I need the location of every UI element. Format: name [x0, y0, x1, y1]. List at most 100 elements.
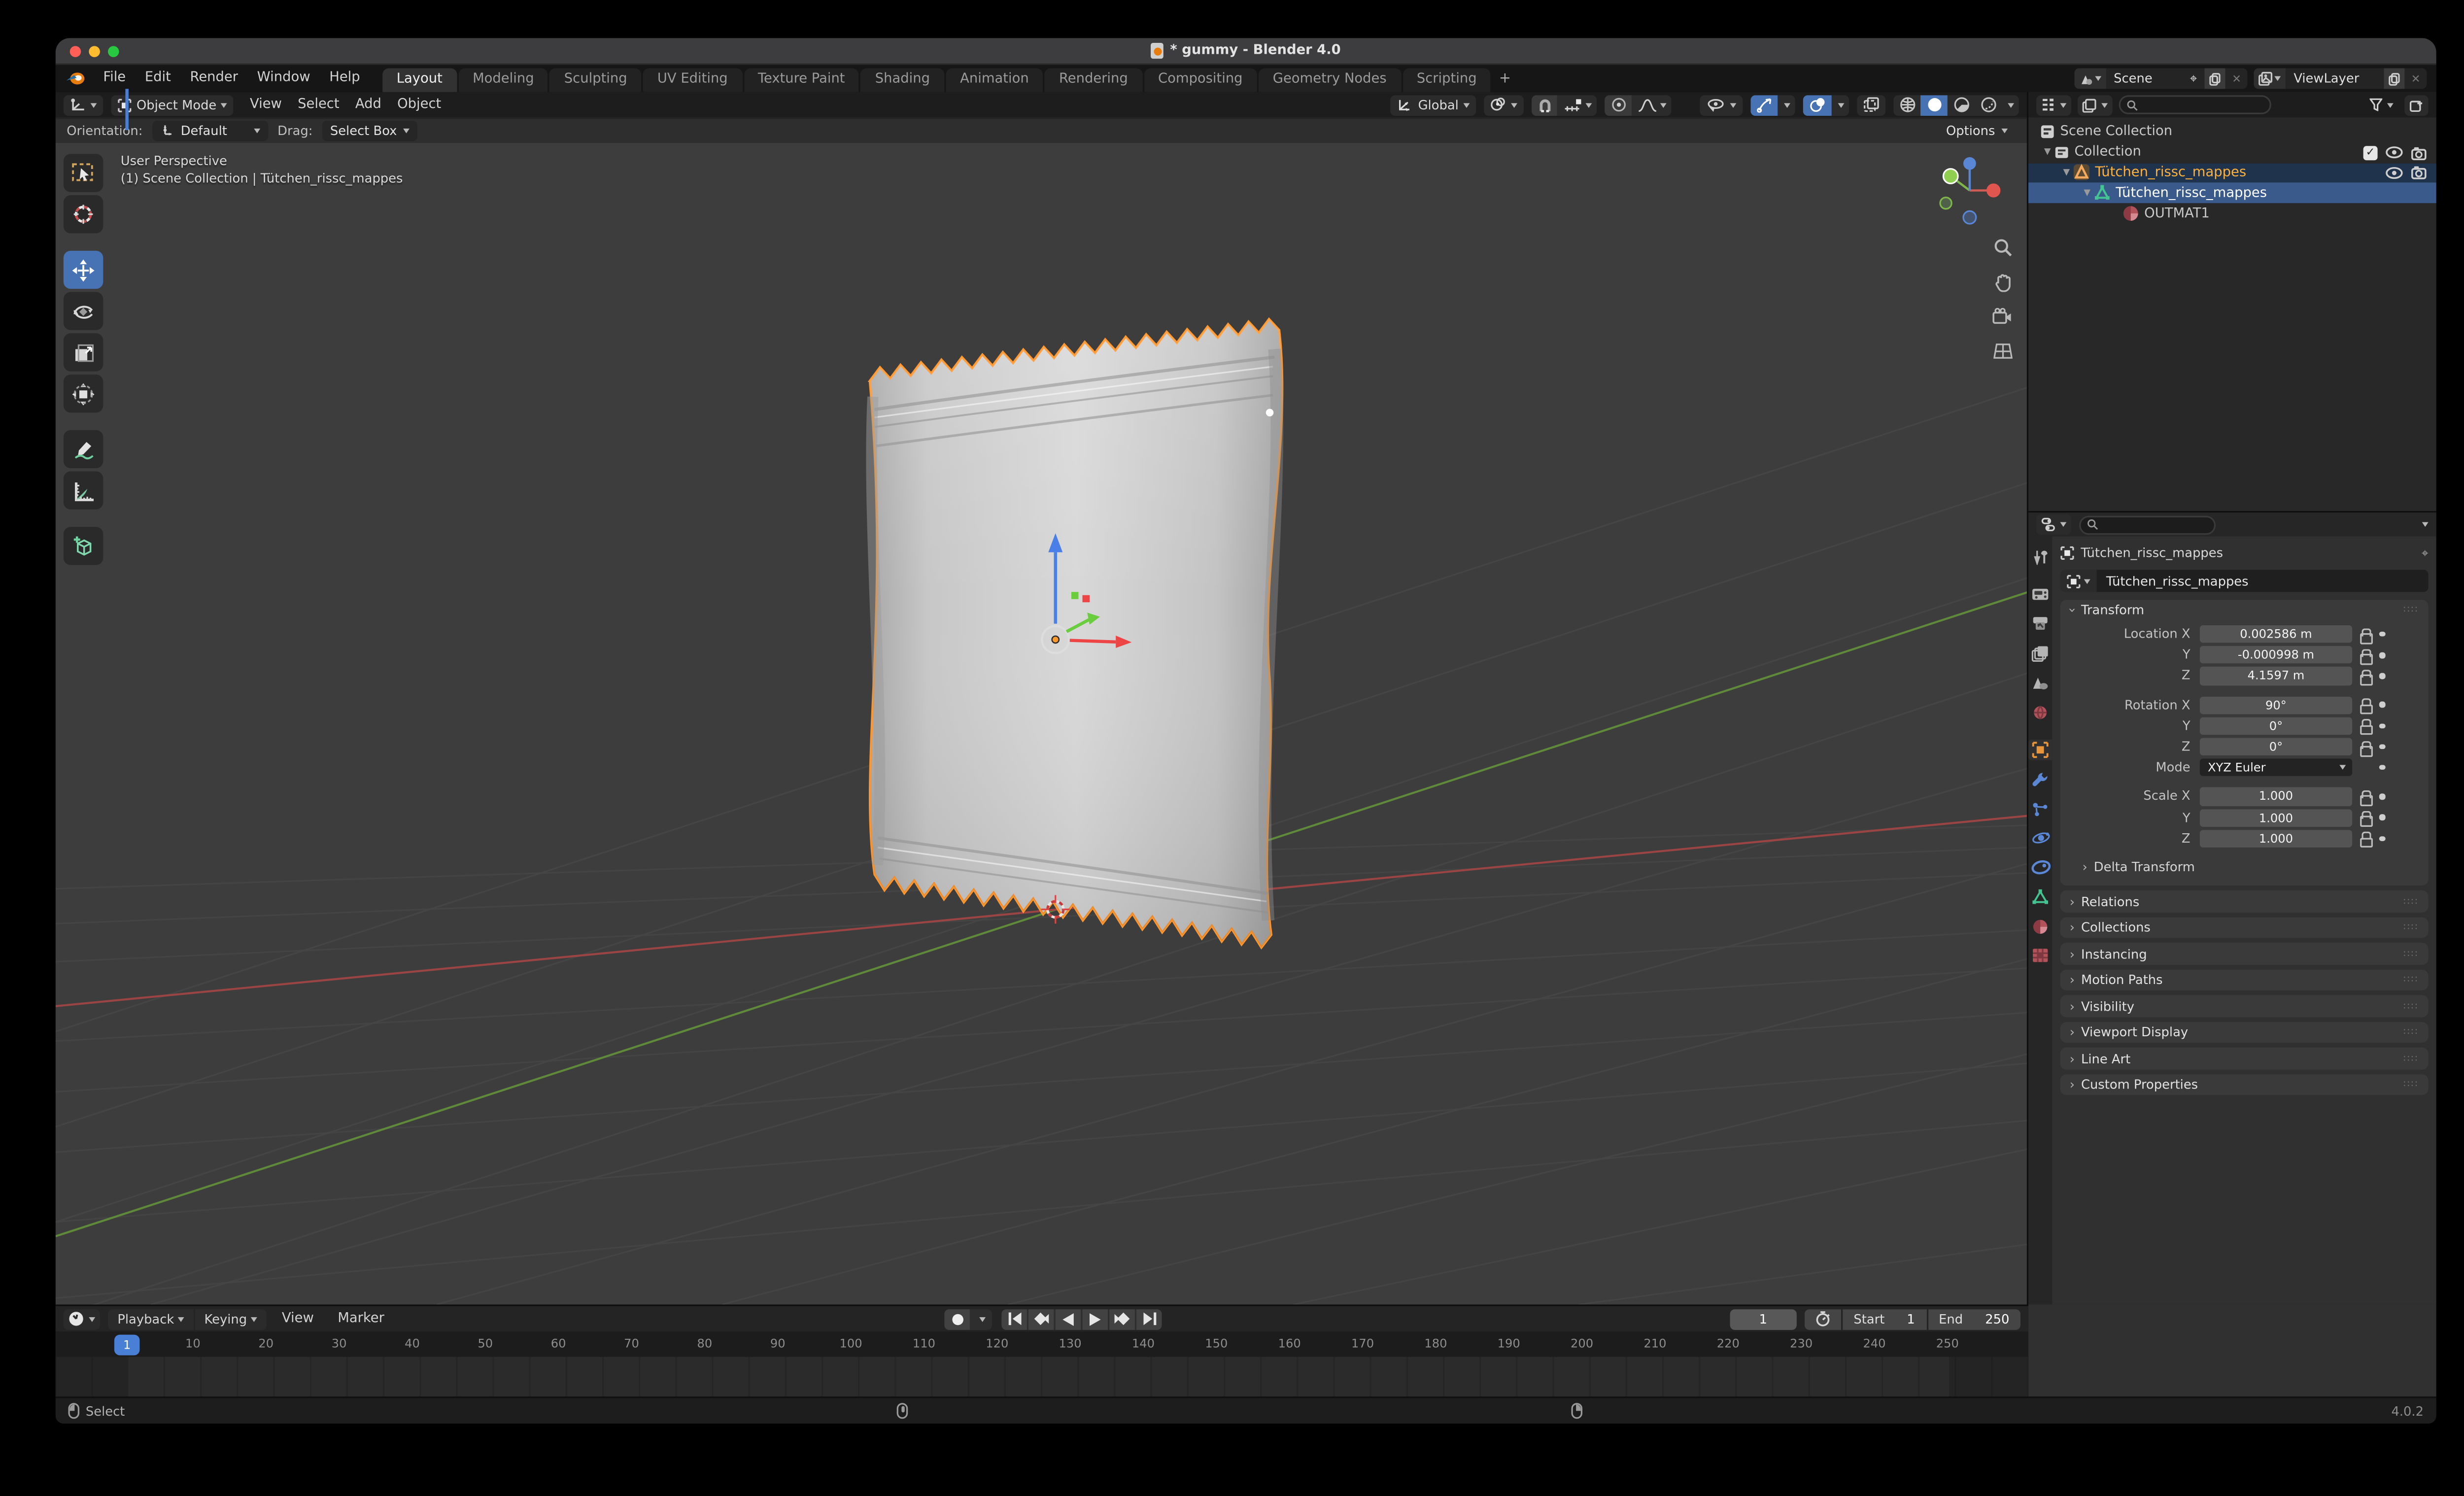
tab-texture[interactable] — [2028, 945, 2052, 966]
light-object-dot[interactable] — [1266, 409, 1273, 416]
toggle-perspective-icon[interactable] — [1990, 340, 2014, 363]
rotate-tool[interactable] — [64, 292, 103, 330]
timeline-view-menu[interactable]: View — [274, 1311, 322, 1326]
expand-arrow[interactable]: ▼ — [2041, 148, 2054, 157]
panel-drag-grip[interactable]: ∷∷ — [2403, 1079, 2419, 1090]
pan-view-icon[interactable] — [1990, 270, 2014, 294]
viewport-menu-item[interactable]: Add — [347, 97, 389, 112]
outliner-search-input[interactable] — [2119, 95, 2271, 114]
expand-arrow[interactable]: ▼ — [2060, 168, 2073, 177]
menu-item[interactable]: Edit — [136, 65, 181, 92]
lock-icon[interactable] — [2360, 719, 2371, 732]
remove-viewlayer-button[interactable]: ✕ — [2405, 68, 2427, 89]
workspace-tab[interactable]: Texture Paint — [744, 68, 859, 92]
blender-logo-icon[interactable] — [65, 71, 86, 86]
show-object-types-dropdown[interactable] — [1700, 95, 1743, 115]
tab-tool[interactable] — [2028, 546, 2052, 567]
transform-value-field[interactable]: -0.000998 m — [2200, 646, 2352, 664]
animate-dot-icon[interactable] — [2379, 673, 2385, 679]
outliner-row-collection[interactable]: ▼ Collection ✓ — [2028, 142, 2436, 163]
panel-drag-grip[interactable]: ∷∷ — [2403, 975, 2419, 986]
lock-icon[interactable] — [2360, 699, 2371, 712]
scale-tool[interactable] — [64, 333, 103, 371]
panel-drag-grip[interactable]: ∷∷ — [2403, 922, 2419, 934]
overlays-options-dropdown[interactable] — [1832, 95, 1849, 115]
tab-object[interactable] — [2028, 740, 2052, 760]
panel-drag-grip[interactable]: ∷∷ — [2403, 1027, 2419, 1038]
workspace-tab[interactable]: Rendering — [1045, 68, 1142, 92]
play-reverse-button[interactable] — [1056, 1308, 1081, 1329]
move-tool[interactable] — [64, 251, 103, 289]
playback-menu[interactable]: Playback — [108, 1308, 193, 1329]
viewlayer-selector[interactable]: ViewLayer ✕ — [2254, 68, 2427, 89]
workspace-tab[interactable]: Animation — [946, 68, 1043, 92]
outliner-filter-dropdown[interactable] — [2365, 95, 2398, 115]
properties-search-input[interactable] — [2079, 515, 2216, 534]
tab-view-layer[interactable] — [2028, 643, 2052, 663]
panel-drag-grip[interactable]: ∷∷ — [2403, 949, 2419, 960]
animate-dot-icon[interactable] — [2379, 765, 2385, 770]
disable-render-camera-icon[interactable] — [2411, 145, 2427, 160]
animate-dot-icon[interactable] — [2379, 815, 2385, 820]
minimize-window-button[interactable] — [89, 46, 100, 57]
animate-dot-icon[interactable] — [2379, 631, 2385, 637]
hide-eye-icon[interactable] — [2386, 167, 2403, 179]
macos-traffic-lights[interactable] — [70, 46, 119, 57]
add-workspace-button[interactable]: + — [1491, 68, 1519, 92]
exclude-checkbox[interactable]: ✓ — [2363, 145, 2378, 160]
shading-solid-button[interactable] — [1920, 95, 1948, 115]
lock-icon[interactable] — [2360, 741, 2371, 753]
outliner-row-material[interactable]: OUTMAT1 — [2028, 204, 2436, 224]
unlink-scene-button[interactable]: ✕ — [2225, 68, 2248, 89]
shading-wireframe-button[interactable] — [1893, 95, 1920, 115]
animate-dot-icon[interactable] — [2379, 794, 2385, 799]
tab-scene[interactable] — [2028, 672, 2052, 693]
shading-material-button[interactable] — [1948, 95, 1975, 115]
close-window-button[interactable] — [70, 46, 81, 57]
tab-particles[interactable] — [2028, 798, 2052, 819]
collapsed-panel[interactable]: › Collections ∷∷ — [2060, 917, 2428, 938]
transform-value-field[interactable]: 0.002586 m — [2200, 625, 2352, 643]
viewport-menu-item[interactable]: View — [242, 97, 290, 112]
transform-value-field[interactable]: 1.000 — [2200, 787, 2352, 805]
proportional-edit-toggle[interactable] — [1605, 95, 1632, 115]
workspace-tab[interactable]: Layout — [382, 68, 457, 92]
timeline-marker-menu[interactable]: Marker — [330, 1311, 392, 1326]
timeline-ruler[interactable]: 1020304050607080901001101201301401501601… — [56, 1331, 2028, 1357]
jump-to-end-button[interactable] — [1136, 1308, 1162, 1329]
animate-dot-icon[interactable] — [2379, 652, 2385, 658]
lock-icon[interactable] — [2360, 649, 2371, 662]
play-button[interactable] — [1083, 1308, 1108, 1329]
current-frame-field[interactable]: 1 — [1730, 1308, 1796, 1329]
select-box-tool[interactable] — [64, 154, 103, 192]
animate-dot-icon[interactable] — [2379, 702, 2385, 708]
object-name-field[interactable]: Tütchen_rissc_mappes — [2060, 570, 2428, 592]
transform-value-field[interactable]: 1.000 — [2200, 829, 2352, 847]
show-gizmo-toggle[interactable] — [1750, 95, 1778, 115]
panel-drag-grip[interactable]: ∷∷ — [2403, 605, 2419, 616]
tab-material[interactable] — [2028, 916, 2052, 936]
new-collection-button[interactable] — [2404, 95, 2428, 115]
transform-value-field[interactable]: 0° — [2200, 738, 2352, 755]
tab-output[interactable] — [2028, 613, 2052, 634]
timeline-tracks[interactable] — [56, 1357, 2028, 1397]
object-name-input[interactable]: Tütchen_rissc_mappes — [2097, 570, 2429, 592]
add-cube-tool[interactable] — [64, 527, 103, 565]
zoom-view-icon[interactable] — [1990, 235, 2014, 259]
lock-icon[interactable] — [2360, 811, 2371, 824]
expand-arrow[interactable]: ▼ — [2081, 189, 2093, 198]
scene-icon[interactable] — [2074, 68, 2106, 89]
viewport-canvas[interactable]: User Perspective (1) Scene Collection | … — [56, 143, 2027, 1305]
outliner-row-scene-collection[interactable]: Scene Collection — [2028, 122, 2436, 142]
properties-options-dropdown[interactable] — [2422, 522, 2429, 527]
menu-item[interactable]: Render — [180, 65, 247, 92]
workspace-tab[interactable]: Compositing — [1144, 68, 1257, 92]
workspace-tab[interactable]: Geometry Nodes — [1259, 68, 1401, 92]
copy-scene-button[interactable] — [2205, 68, 2225, 89]
pivot-point-dropdown[interactable] — [1484, 95, 1524, 115]
transform-value-field[interactable]: 1.000 — [2200, 809, 2352, 826]
cursor-tool[interactable] — [64, 195, 103, 233]
drag-dropdown[interactable]: Select Box — [322, 121, 418, 141]
menu-item[interactable]: Window — [247, 65, 320, 92]
collapsed-panel[interactable]: › Visibility ∷∷ — [2060, 996, 2428, 1017]
